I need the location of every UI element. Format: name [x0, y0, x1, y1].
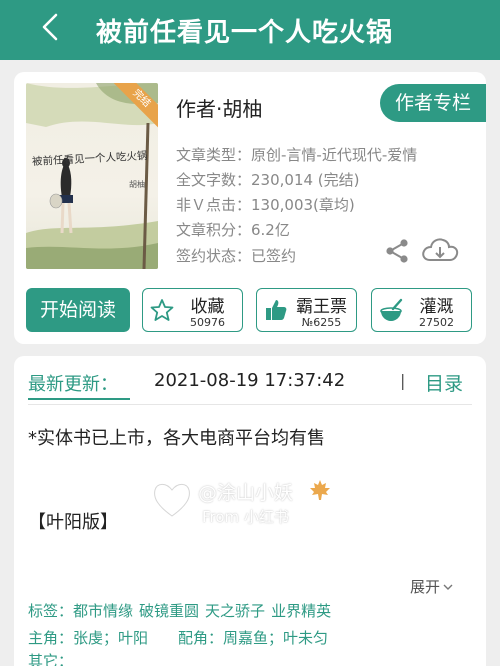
description-line: *实体书已上市，各大电商平台均有售: [28, 428, 325, 449]
latest-update-time: 2021-08-19 17:37:42: [154, 370, 346, 391]
separator: |: [400, 371, 406, 390]
divider: [28, 404, 472, 405]
table-of-contents-link[interactable]: 目录: [425, 369, 463, 396]
bawang-label: 霸王票: [296, 297, 347, 317]
roles-row: 主角：张虔；叶阳 配角：周嘉鱼；叶未匀: [28, 627, 328, 648]
expand-label: 展开: [410, 578, 441, 596]
info-clicks: 非Ｖ点击：130,003(章均): [176, 196, 355, 214]
collect-label: 收藏: [190, 297, 225, 317]
main-role-label: 主角：: [28, 629, 74, 647]
tags-row: 标签：都市情缘 破镜重圆 天之骄子 业界精英: [28, 600, 337, 621]
tag-item[interactable]: 都市情缘: [73, 602, 133, 620]
latest-update-label: 最新更新：: [28, 374, 118, 395]
nutrient-bottle-icon: [378, 297, 404, 323]
others-label: 其它：: [28, 652, 74, 666]
irrigate-label: 灌溉: [419, 297, 454, 317]
info-sign-status: 签约状态：已签约: [176, 247, 297, 265]
chevron-down-icon: [443, 584, 453, 590]
cover-illustration: [26, 83, 158, 269]
latest-update-underline: [28, 398, 130, 400]
watermark: @涂山小妖 From 小红书: [150, 474, 370, 534]
book-info-card: 被前任看见一个人吃火锅 胡柚 完结 作者·胡柚 作者专栏 文章类型：原创-言情-…: [14, 72, 486, 344]
share-icon[interactable]: [384, 238, 410, 264]
star-icon: [149, 297, 175, 323]
top-bar: 被前任看见一个人吃火锅: [0, 0, 500, 60]
bawang-count: №6255: [301, 316, 342, 329]
description-card: 最新更新： 2021-08-19 17:37:42 | 目录 *实体书已上市，各…: [14, 356, 486, 666]
tag-item[interactable]: 天之骄子: [205, 602, 265, 620]
back-arrow-icon[interactable]: [38, 10, 62, 44]
cloud-download-icon[interactable]: [420, 236, 460, 266]
watermark-heart-icon: [152, 482, 192, 519]
page-title: 被前任看见一个人吃火锅: [96, 18, 394, 48]
support-role-label: 配角：: [178, 629, 224, 647]
watermark-handle: @涂山小妖: [198, 482, 294, 504]
main-role-value: 张虔；叶阳: [73, 629, 149, 647]
collect-button[interactable]: 收藏 50976: [142, 288, 243, 332]
info-word-count: 全文字数：230,014 (完结): [176, 171, 360, 189]
start-reading-button[interactable]: 开始阅读: [26, 288, 130, 332]
maple-leaf-icon: [310, 480, 330, 500]
thumbs-up-icon: [263, 297, 289, 323]
info-score: 文章积分：6.2亿: [176, 221, 290, 239]
tags-label: 标签：: [28, 602, 74, 620]
support-role-value: 周嘉鱼；叶未匀: [223, 629, 329, 647]
info-genre: 文章类型：原创-言情-近代现代-爱情: [176, 146, 418, 164]
bawang-ticket-button[interactable]: 霸王票 №6255: [256, 288, 357, 332]
tag-item[interactable]: 破镜重圆: [139, 602, 199, 620]
watermark-from: From 小红书: [202, 508, 289, 526]
book-cover[interactable]: 被前任看见一个人吃火锅 胡柚 完结: [26, 83, 158, 269]
cover-author: 胡柚: [129, 180, 145, 189]
description-version: 【叶阳版】: [28, 512, 118, 533]
irrigate-button[interactable]: 灌溉 27502: [371, 288, 472, 332]
irrigate-count: 27502: [419, 316, 454, 329]
tag-item[interactable]: 业界精英: [271, 602, 331, 620]
author-column-button[interactable]: 作者专栏: [380, 84, 486, 122]
expand-button[interactable]: 展开: [410, 576, 454, 597]
collect-count: 50976: [190, 316, 225, 329]
author-name[interactable]: 作者·胡柚: [176, 93, 262, 122]
